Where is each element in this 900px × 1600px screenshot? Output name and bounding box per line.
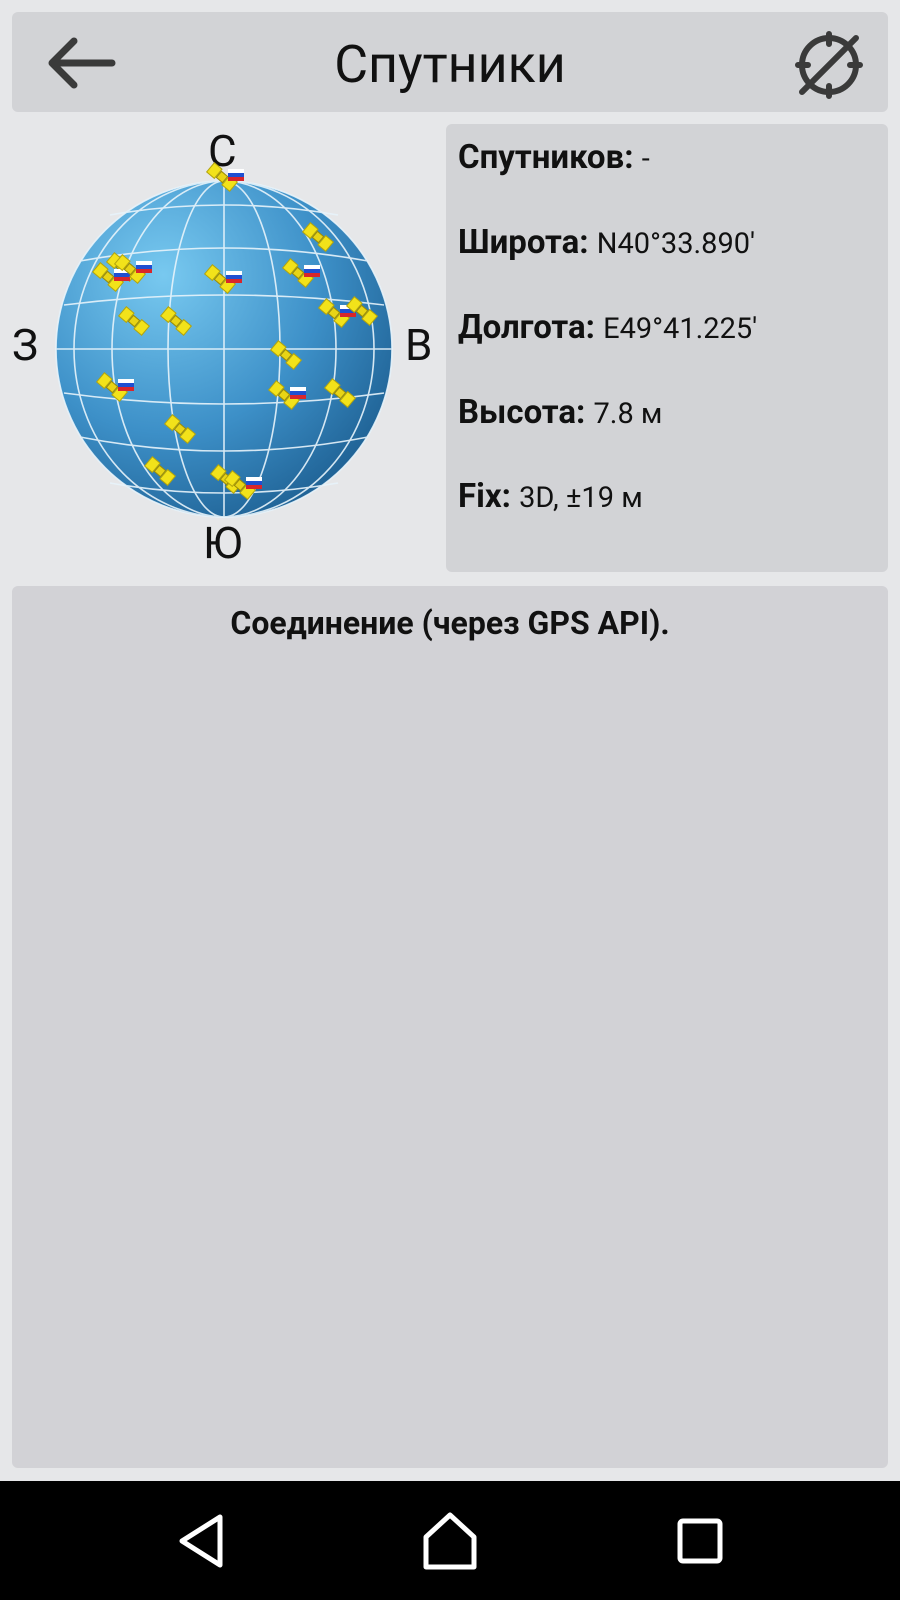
nav-home-button[interactable] bbox=[418, 1509, 482, 1573]
system-navigation-bar bbox=[0, 1481, 900, 1600]
satellite-sky-view: С Ю З В bbox=[0, 125, 440, 575]
home-icon bbox=[423, 1512, 477, 1570]
flag-icon bbox=[246, 477, 262, 489]
fix-value: 3D, ±19 м bbox=[519, 481, 643, 515]
square-recents-icon bbox=[677, 1518, 723, 1564]
longitude-label: Долгота: bbox=[458, 308, 595, 347]
longitude-row: Долгота: E49°41.225′ bbox=[458, 308, 757, 347]
triangle-back-icon bbox=[179, 1514, 223, 1568]
satellites-value: - bbox=[641, 142, 650, 176]
connection-status-panel: Соединение (через GPS API). bbox=[12, 586, 888, 1468]
flag-icon bbox=[228, 169, 244, 181]
fix-label: Fix: bbox=[458, 477, 511, 516]
satellites-label: Спутников: bbox=[458, 138, 634, 177]
connection-status-text: Соединение (через GPS API). bbox=[230, 604, 670, 642]
flag-icon bbox=[136, 261, 152, 273]
altitude-row: Высота: 7.8 м bbox=[458, 393, 662, 432]
gps-toggle-button[interactable] bbox=[794, 30, 864, 100]
flag-icon bbox=[226, 271, 242, 283]
latitude-value: N40°33.890′ bbox=[596, 227, 756, 261]
nav-back-button[interactable] bbox=[170, 1509, 234, 1573]
app-header: Спутники bbox=[12, 12, 888, 112]
flag-icon bbox=[290, 387, 306, 399]
altitude-value: 7.8 м bbox=[593, 397, 663, 431]
gps-off-icon bbox=[795, 31, 863, 99]
page-title: Спутники bbox=[334, 34, 566, 95]
flag-icon bbox=[304, 265, 320, 277]
fix-row: Fix: 3D, ±19 м bbox=[458, 477, 643, 516]
globe-graphic bbox=[55, 162, 393, 518]
satellites-count-row: Спутников: - bbox=[458, 138, 650, 177]
nav-recents-button[interactable] bbox=[668, 1509, 732, 1573]
position-info-panel: Спутников: - Широта: N40°33.890′ Долгота… bbox=[446, 124, 888, 572]
altitude-label: Высота: bbox=[458, 393, 586, 432]
latitude-row: Широта: N40°33.890′ bbox=[458, 223, 755, 262]
latitude-label: Широта: bbox=[458, 223, 589, 262]
longitude-value: E49°41.225′ bbox=[603, 312, 758, 346]
flag-icon bbox=[118, 379, 134, 391]
